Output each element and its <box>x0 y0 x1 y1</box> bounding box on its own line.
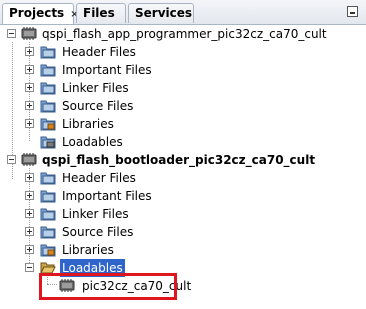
tab-files-label: Files <box>83 6 115 20</box>
tab-projects-label: Projects <box>9 6 65 20</box>
tab-services[interactable]: Services <box>128 3 194 23</box>
tab-files[interactable]: Files <box>76 3 126 23</box>
tree-item-libraries[interactable]: Libraries <box>0 115 366 133</box>
project-tree: qspi_flash_app_programmer_pic32cz_ca70_c… <box>0 25 366 309</box>
tree-item-label: Source Files <box>62 225 134 239</box>
chip-project-icon <box>21 153 37 166</box>
tree-item-header-files[interactable]: Header Files <box>0 43 366 61</box>
chip-project-icon <box>21 27 37 40</box>
expand-toggle[interactable] <box>25 83 34 92</box>
expand-toggle[interactable] <box>25 47 34 56</box>
tree-item-label: Source Files <box>62 99 134 113</box>
tab-projects[interactable]: Projects × <box>2 3 79 24</box>
project-node-bootloader[interactable]: qspi_flash_bootloader_pic32cz_ca70_cult <box>0 151 366 169</box>
folder-icon <box>40 208 56 221</box>
library-folder-icon <box>40 118 56 131</box>
tree-item-libraries[interactable]: Libraries <box>0 241 366 259</box>
expand-toggle[interactable] <box>25 209 34 218</box>
collapse-toggle[interactable] <box>7 29 16 38</box>
minimize-window-button[interactable] <box>347 6 358 17</box>
tree-item-label: Libraries <box>62 117 114 131</box>
expand-toggle[interactable] <box>25 65 34 74</box>
tree-item-label: Important Files <box>62 63 152 77</box>
tree-item-header-files[interactable]: Header Files <box>0 169 366 187</box>
project-name: qspi_flash_app_programmer_pic32cz_ca70_c… <box>42 27 327 41</box>
tree-item-linker-files[interactable]: Linker Files <box>0 205 366 223</box>
tree-item-label: Linker Files <box>62 81 129 95</box>
folder-icon <box>40 46 56 59</box>
folder-icon <box>40 190 56 203</box>
project-name: qspi_flash_bootloader_pic32cz_ca70_cult <box>42 153 316 167</box>
tree-item-label: Header Files <box>62 171 136 185</box>
tree-item-label: Linker Files <box>62 207 129 221</box>
tree-item-label: Header Files <box>62 45 136 59</box>
tab-services-label: Services <box>135 6 193 20</box>
collapse-toggle[interactable] <box>7 155 16 164</box>
tree-item-source-files[interactable]: Source Files <box>0 223 366 241</box>
loadables-folder-icon <box>40 136 56 149</box>
folder-icon <box>40 226 56 239</box>
folder-icon <box>40 82 56 95</box>
tree-item-important-files[interactable]: Important Files <box>0 61 366 79</box>
tree-item-important-files[interactable]: Important Files <box>0 187 366 205</box>
expand-toggle[interactable] <box>25 245 34 254</box>
tree-item-loadables[interactable]: Loadables <box>0 133 366 151</box>
tab-bar: Projects × Files Services <box>0 0 366 25</box>
tree-item-label: Libraries <box>62 243 114 257</box>
expand-toggle[interactable] <box>25 173 34 182</box>
annotation-highlight-box <box>39 273 177 300</box>
folder-icon <box>40 172 56 185</box>
expand-toggle[interactable] <box>25 101 34 110</box>
tree-item-label: Important Files <box>62 189 152 203</box>
folder-icon <box>40 100 56 113</box>
project-node-app-programmer[interactable]: qspi_flash_app_programmer_pic32cz_ca70_c… <box>0 25 366 43</box>
collapse-toggle[interactable] <box>25 263 34 272</box>
expand-toggle[interactable] <box>25 227 34 236</box>
folder-icon <box>40 64 56 77</box>
library-folder-icon <box>40 244 56 257</box>
expand-toggle[interactable] <box>25 191 34 200</box>
expand-toggle[interactable] <box>25 119 34 128</box>
tree-item-label: Loadables <box>62 135 123 149</box>
tree-item-source-files[interactable]: Source Files <box>0 97 366 115</box>
tree-item-linker-files[interactable]: Linker Files <box>0 79 366 97</box>
